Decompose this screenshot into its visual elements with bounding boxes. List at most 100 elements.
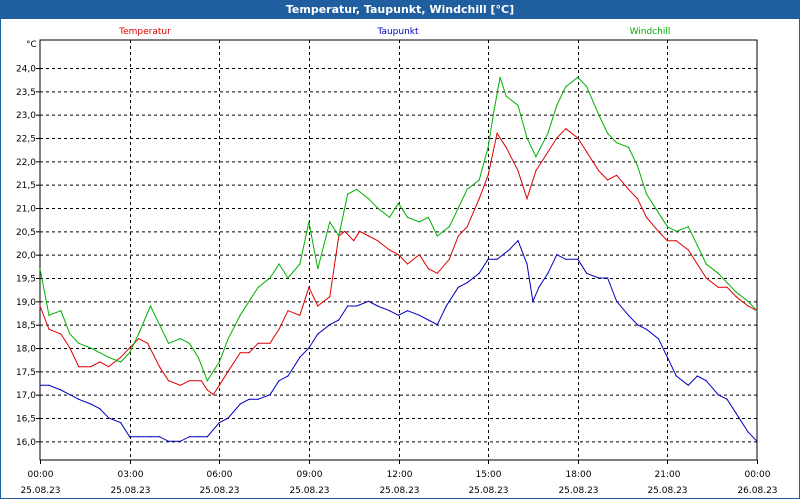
data-point — [586, 151, 588, 153]
data-point — [427, 319, 429, 321]
data-point — [406, 310, 409, 312]
data-point — [344, 230, 346, 232]
y-tick-label: 17,5 — [16, 368, 36, 378]
series-temperatur — [39, 128, 758, 396]
data-point — [696, 263, 698, 265]
data-point — [78, 366, 80, 368]
data-point — [478, 272, 480, 274]
data-point — [149, 305, 152, 307]
data-point — [666, 356, 669, 358]
data-point — [239, 403, 241, 405]
data-point — [696, 244, 698, 246]
data-point — [675, 230, 677, 232]
data-point — [329, 324, 331, 326]
data-point — [687, 249, 689, 251]
data-point — [48, 384, 50, 386]
data-point — [317, 333, 319, 335]
data-point — [138, 338, 140, 340]
data-point — [726, 398, 728, 400]
data-point — [675, 240, 677, 242]
data-point — [287, 375, 289, 377]
data-point — [586, 86, 588, 88]
data-point — [227, 338, 229, 340]
data-point — [448, 226, 450, 228]
x-tick-date: 25.08.23 — [647, 486, 687, 496]
data-point — [149, 436, 152, 438]
y-tick-label: 20,5 — [16, 228, 36, 238]
data-point — [99, 361, 101, 363]
data-point — [39, 305, 41, 307]
series-taupunkt — [39, 239, 758, 442]
x-tick-date: 25.08.23 — [289, 486, 329, 496]
data-point — [508, 249, 510, 251]
data-point — [308, 347, 310, 349]
series-line-taupunkt — [40, 239, 758, 442]
data-point — [436, 324, 438, 326]
data-point — [206, 389, 208, 391]
x-tick-date: 25.08.23 — [379, 486, 419, 496]
data-point — [299, 356, 301, 358]
data-point — [556, 104, 558, 106]
data-point — [206, 436, 208, 438]
data-point — [287, 277, 289, 279]
data-point — [317, 305, 319, 307]
x-tick-date: 26.08.23 — [737, 486, 777, 496]
data-point — [607, 132, 609, 134]
data-point — [505, 146, 507, 148]
x-tick-time: 12:00 — [387, 470, 413, 480]
data-point — [356, 188, 358, 190]
data-point — [645, 216, 648, 218]
y-axis-label: °C — [26, 40, 37, 50]
data-point — [329, 296, 331, 298]
data-point — [197, 436, 199, 438]
data-point — [197, 356, 199, 358]
data-point — [179, 440, 181, 442]
data-point — [60, 389, 62, 391]
data-point — [556, 254, 558, 256]
data-point — [359, 230, 361, 232]
data-point — [517, 240, 519, 242]
data-point — [377, 207, 379, 209]
y-tick-label: 18,5 — [16, 321, 36, 331]
data-point — [388, 249, 391, 251]
data-point — [269, 277, 271, 279]
data-point — [368, 300, 370, 302]
data-point — [735, 296, 737, 298]
x-tick-date: 25.08.23 — [468, 486, 508, 496]
data-point — [108, 366, 110, 368]
data-point — [627, 314, 630, 316]
data-point — [317, 268, 319, 270]
data-point — [120, 356, 122, 358]
data-point — [278, 380, 280, 382]
x-tick-time: 21:00 — [655, 470, 681, 480]
data-point — [299, 263, 301, 265]
data-point — [138, 436, 140, 438]
data-point — [406, 216, 409, 218]
data-point — [308, 221, 310, 223]
data-point — [227, 370, 229, 372]
grid — [40, 40, 757, 460]
y-tick-label: 18,0 — [16, 345, 36, 355]
data-point — [39, 384, 41, 386]
data-point — [99, 408, 101, 410]
data-point — [179, 338, 181, 340]
data-point — [397, 314, 400, 316]
data-point — [218, 384, 220, 386]
data-point — [120, 422, 122, 424]
data-point — [120, 361, 122, 363]
data-point — [239, 352, 241, 354]
data-point — [556, 137, 558, 139]
data-point — [499, 76, 501, 78]
y-tick-label: 22,0 — [16, 158, 36, 168]
data-point — [535, 170, 537, 172]
data-point — [377, 240, 379, 242]
legend-taupunkt: Taupunkt — [376, 27, 419, 37]
data-point — [445, 305, 447, 307]
data-point — [418, 254, 420, 256]
data-point — [687, 384, 689, 386]
data-point — [448, 258, 450, 260]
data-point — [368, 198, 370, 200]
data-point — [299, 314, 301, 316]
y-tick-label: 24,0 — [16, 65, 36, 75]
data-point — [269, 342, 271, 344]
